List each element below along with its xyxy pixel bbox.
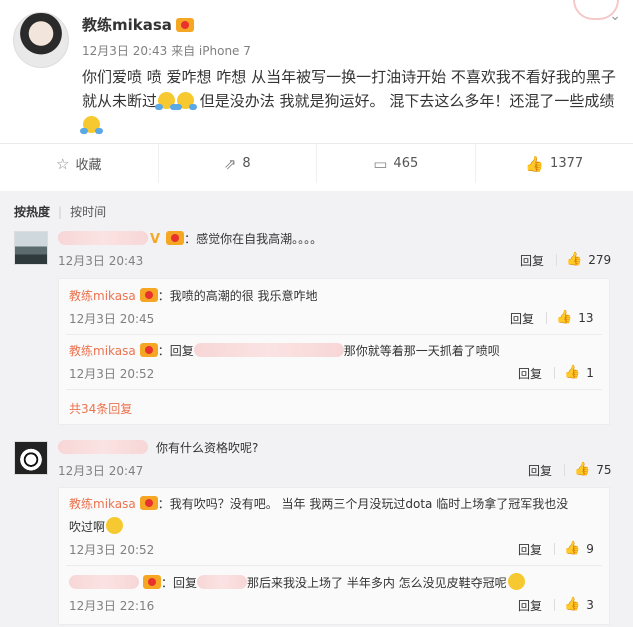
vip-badge-icon — [143, 575, 161, 589]
sort-time-tab[interactable]: 按时间 — [70, 205, 106, 219]
smile-emoji-icon — [507, 573, 525, 590]
reply-text: ：回复 那后来我没上场了 半年多内 怎么没见皮鞋夺冠呢 — [69, 573, 526, 591]
reply-button[interactable]: 回复 — [510, 310, 534, 327]
vip-badge-icon — [139, 288, 158, 302]
author-name[interactable]: 教练mikasa — [82, 16, 172, 34]
reply-button[interactable]: 回复 — [518, 365, 542, 382]
thumbs-up-icon: 👍 — [525, 154, 545, 173]
reply-text: 教练mikasa ：我有吹吗？没有吧。 当年 我两三个月没玩过dota 临时上场拿… — [69, 496, 569, 511]
reply-time: 12月3日 22:16 — [69, 599, 155, 613]
comment-text: 你有什么资格吹呢? — [58, 439, 258, 456]
reply-like-button[interactable]: 👍 1 — [564, 365, 594, 380]
comment-count: 465 — [393, 156, 419, 171]
reply-text: 教练mikasa ：回复 那你就等着那一天抓着了喷呗 — [69, 343, 500, 358]
reply-author[interactable]: 教练mikasa — [69, 344, 136, 358]
reply-button[interactable]: 回复 — [520, 252, 544, 269]
reply-author[interactable]: 教练mikasa — [69, 289, 136, 303]
glasses-emoji-icon — [106, 517, 124, 534]
post-meta: 12月3日 20:43 来自 iPhone 7 — [82, 44, 251, 58]
vip-badge-icon — [139, 343, 158, 357]
post-text-part2: 但是没办法 我就是狗运好。 混下去这么多年！还混了一些成绩 — [195, 92, 615, 110]
vip-badge-icon — [166, 231, 185, 245]
reply-time: 12月3日 20:52 — [69, 543, 155, 557]
repost-icon: ⇗ — [223, 154, 237, 173]
chevron-down-icon[interactable]: ⌄ — [609, 8, 621, 24]
comment-like-button[interactable]: 👍 75 — [574, 462, 611, 477]
reply-like-button[interactable]: 👍 13 — [556, 310, 593, 325]
comment-time: 12月3日 20:47 — [58, 464, 144, 478]
vip-badge-icon — [175, 18, 194, 32]
comment-icon: ▭ — [373, 154, 388, 173]
hug-emoji-icon — [174, 92, 198, 110]
hug-emoji-icon — [155, 92, 179, 110]
reply-author[interactable]: 教练mikasa — [69, 497, 136, 511]
favorite-label: 收藏 — [75, 158, 102, 173]
blurred-username — [58, 440, 148, 454]
like-count: 1377 — [550, 156, 584, 171]
comment-text: V ：感觉你在自我高潮。。。。 — [58, 230, 322, 247]
like-button[interactable]: 👍 1377 — [474, 144, 633, 183]
thumbs-up-icon: 👍 — [574, 462, 591, 477]
blurred-username — [197, 575, 248, 589]
repost-button[interactable]: ⇗ 8 — [157, 144, 317, 183]
thumbs-up-icon: 👍 — [566, 252, 583, 267]
favorite-button[interactable]: ☆ 收藏 — [0, 144, 158, 183]
thumbs-up-icon: 👍 — [564, 597, 581, 612]
reply-text-continued: 吹过啊 — [69, 517, 124, 535]
reply-like-button[interactable]: 👍 3 — [564, 597, 594, 612]
commenter-avatar[interactable] — [14, 231, 48, 265]
reply-button[interactable]: 回复 — [518, 597, 542, 614]
reply-button[interactable]: 回复 — [528, 462, 552, 479]
comment-like-button[interactable]: 👍 279 — [566, 252, 611, 267]
blurred-username — [69, 575, 139, 589]
star-icon: ☆ — [56, 154, 70, 173]
reply-text: 教练mikasa ：我喷的高潮的很 我乐意咋地 — [69, 288, 318, 303]
reply-time: 12月3日 20:52 — [69, 367, 155, 381]
post-action-bar: ☆ 收藏 ⇗ 8 ▭ 465 👍 1377 — [0, 143, 633, 183]
hug-emoji-icon — [80, 116, 103, 134]
reply-button[interactable]: 回复 — [518, 541, 542, 558]
comment-button[interactable]: ▭ 465 — [316, 144, 475, 183]
verified-v-icon: V — [150, 232, 161, 247]
vip-badge-icon — [139, 496, 158, 510]
weibo-post: 教练mikasa ⌄ 12月3日 20:43 来自 iPhone 7 你们爱喷 … — [0, 0, 633, 143]
reply-like-button[interactable]: 👍 9 — [564, 541, 594, 556]
author-name-row: 教练mikasa — [82, 14, 194, 35]
more-replies-link[interactable]: 共34条回复 — [69, 400, 132, 417]
blurred-username — [193, 343, 344, 357]
sort-hot-tab[interactable]: 按热度 — [14, 205, 50, 219]
thumbs-up-icon: 👍 — [564, 365, 581, 380]
post-text: 你们爱喷 喷 爱咋想 咋想 从当年被写一换一打油诗开始 不喜欢我不看好我的黑子就… — [80, 65, 624, 137]
commenter-avatar[interactable] — [14, 441, 48, 475]
blurred-username — [58, 231, 148, 245]
comment-time: 12月3日 20:43 — [58, 254, 144, 268]
repost-count: 8 — [242, 156, 251, 171]
author-avatar[interactable] — [13, 12, 69, 68]
sort-tabs: 按热度 | 按时间 — [14, 205, 107, 219]
reply-time: 12月3日 20:45 — [69, 312, 155, 326]
thumbs-up-icon: 👍 — [564, 541, 581, 556]
thumbs-up-icon: 👍 — [556, 310, 573, 325]
